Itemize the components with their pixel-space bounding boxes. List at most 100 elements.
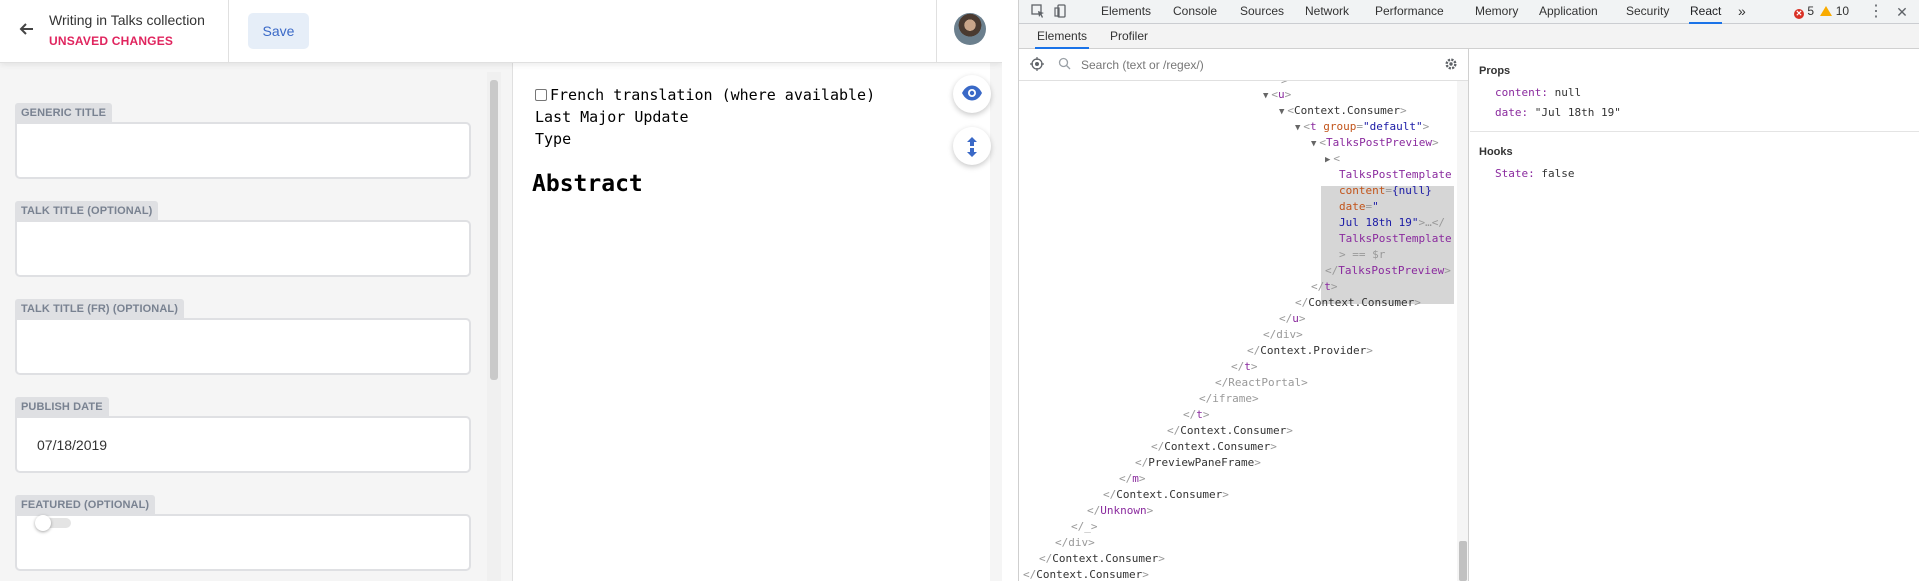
prop-key: content: bbox=[1495, 86, 1548, 99]
featured-toggle[interactable] bbox=[35, 515, 71, 531]
tab-network[interactable]: Network bbox=[1304, 0, 1350, 24]
tab-performance[interactable]: Performance bbox=[1374, 0, 1445, 24]
featured-box bbox=[15, 514, 471, 571]
avatar[interactable] bbox=[954, 13, 986, 45]
editor-scrollbar[interactable] bbox=[487, 72, 501, 581]
tab-console[interactable]: Console bbox=[1172, 0, 1218, 24]
talk-title-fr-input[interactable] bbox=[15, 318, 471, 375]
preview-last-update: Last Major Update bbox=[535, 108, 689, 126]
collapse-arrow-icon[interactable]: ▶ bbox=[1325, 155, 1330, 165]
tree-closing-tag[interactable]: </Context.Consumer> bbox=[1167, 423, 1293, 439]
back-arrow-icon[interactable] bbox=[16, 20, 38, 42]
tree-node[interactable]: ▼ <t group="default"> bbox=[1295, 119, 1429, 136]
preview-toggle-button[interactable] bbox=[953, 75, 991, 113]
select-target-icon[interactable] bbox=[1029, 57, 1045, 73]
tree-scrollbar-thumb[interactable] bbox=[1459, 541, 1467, 581]
expand-arrow-icon[interactable]: ▼ bbox=[1311, 139, 1316, 149]
tree-closing-tag[interactable]: </div> bbox=[1055, 535, 1095, 551]
field-label: GENERIC TITLE bbox=[15, 103, 113, 122]
device-toolbar-icon[interactable] bbox=[1053, 4, 1069, 20]
tree-scrollbar[interactable] bbox=[1457, 81, 1468, 581]
prop-value: null bbox=[1554, 86, 1582, 99]
expand-arrow-icon[interactable]: ▼ bbox=[1295, 123, 1300, 133]
hook-state[interactable]: State: false bbox=[1495, 167, 1575, 180]
devtools-panel: Elements Console Sources Network Perform… bbox=[1018, 0, 1919, 581]
prop-value: "Jul 18th 19" bbox=[1534, 106, 1621, 119]
subtab-elements[interactable]: Elements bbox=[1035, 24, 1090, 49]
tag-name: Unknown bbox=[1100, 504, 1147, 517]
error-count: 5 bbox=[1807, 4, 1815, 18]
tree-closing-tag[interactable]: </u> bbox=[1279, 311, 1306, 327]
component-tree: > ▼<u> ▼<Context.Consumer> ▼<t group="de… bbox=[1019, 81, 1454, 581]
tree-search-row bbox=[1019, 49, 1468, 81]
toggle-knob bbox=[35, 515, 51, 531]
tag-name: m bbox=[1132, 472, 1139, 485]
tag-name: Context.Consumer bbox=[1036, 568, 1143, 581]
tag-name: Context.Consumer bbox=[1294, 104, 1401, 117]
prop-content[interactable]: content: null bbox=[1495, 86, 1581, 99]
tree-closing-tag[interactable]: </PreviewPaneFrame> bbox=[1135, 455, 1261, 471]
sync-scroll-button[interactable] bbox=[953, 127, 991, 165]
tab-elements[interactable]: Elements bbox=[1100, 0, 1152, 24]
tree-closing-tag[interactable]: </Context.Consumer> bbox=[1039, 551, 1165, 567]
settings-gear-icon[interactable] bbox=[1443, 57, 1459, 73]
tag-name: Context.Consumer bbox=[1052, 552, 1159, 565]
tree-closing-tag[interactable]: </Context.Consumer> bbox=[1151, 439, 1277, 455]
tree-node[interactable]: ▼ <Context.Consumer> bbox=[1279, 103, 1407, 120]
tree-closing-tag[interactable]: </Context.Consumer> bbox=[1023, 567, 1149, 581]
tab-application[interactable]: Application bbox=[1538, 0, 1599, 24]
preview-pane: French translation (where available) Las… bbox=[512, 63, 990, 581]
tab-react[interactable]: React bbox=[1689, 0, 1723, 24]
kebab-menu-icon[interactable]: ⋮ bbox=[1868, 4, 1884, 20]
warning-icon bbox=[1820, 6, 1833, 16]
tag-name: t bbox=[1324, 280, 1331, 293]
generic-title-input[interactable] bbox=[15, 122, 471, 179]
attr-value: " bbox=[1372, 200, 1379, 213]
close-icon[interactable]: ✕ bbox=[1894, 4, 1910, 20]
tab-sources[interactable]: Sources bbox=[1239, 0, 1285, 24]
error-icon: ✕ bbox=[1794, 9, 1804, 19]
french-translation-checkbox[interactable] bbox=[535, 89, 547, 101]
props-pane: Props content: null date: "Jul 18th 19" … bbox=[1470, 49, 1919, 581]
tree-node-line: content={null} bbox=[1339, 184, 1432, 197]
inspect-element-icon[interactable] bbox=[1030, 4, 1046, 20]
tab-memory[interactable]: Memory bbox=[1474, 0, 1519, 24]
tag-name: TalksPostPreview bbox=[1326, 136, 1433, 149]
attr-name: content bbox=[1339, 184, 1386, 197]
tree-closing-tag[interactable]: </ReactPortal> bbox=[1215, 375, 1308, 391]
tree-node-line: > == $r bbox=[1339, 248, 1386, 261]
save-button[interactable]: Save bbox=[248, 13, 309, 49]
tree-search-input[interactable] bbox=[1081, 56, 1421, 74]
tag-name: Context.Consumer bbox=[1116, 488, 1223, 501]
tree-closing-tag[interactable]: </Unknown> bbox=[1087, 503, 1153, 519]
tree-closing-tag[interactable]: </Context.Provider> bbox=[1247, 343, 1373, 359]
tree-closing-tag[interactable]: </Context.Consumer> bbox=[1295, 295, 1421, 311]
collection-title: Writing in Talks collection bbox=[49, 12, 205, 28]
tree-closing-tag[interactable]: </_> bbox=[1071, 519, 1098, 535]
subtab-profiler[interactable]: Profiler bbox=[1110, 24, 1148, 49]
tree-closing-tag[interactable]: </t> bbox=[1311, 279, 1338, 295]
tree-closing-tag[interactable]: </t> bbox=[1183, 407, 1210, 423]
expand-arrow-icon[interactable]: ▼ bbox=[1263, 91, 1268, 101]
tree-closing-tag[interactable]: </m> bbox=[1119, 471, 1146, 487]
tree-node[interactable]: ▼ <u> bbox=[1263, 87, 1291, 104]
tree-node-line: ▶ < bbox=[1325, 152, 1341, 165]
eye-icon bbox=[962, 85, 982, 101]
tree-closing-tag[interactable]: </TalksPostPreview> bbox=[1325, 263, 1451, 279]
tree-closing-tag[interactable]: </Context.Consumer> bbox=[1103, 487, 1229, 503]
tree-closing-tag[interactable]: </t> bbox=[1231, 359, 1258, 375]
publish-date-field: PUBLISH DATE 07/18/2019 bbox=[15, 397, 471, 473]
talk-title-input[interactable] bbox=[15, 220, 471, 277]
more-tabs-chevron-icon[interactable]: » bbox=[1737, 0, 1747, 24]
devtools-tabbar: Elements Console Sources Network Perform… bbox=[1019, 0, 1919, 24]
tab-security[interactable]: Security bbox=[1625, 0, 1670, 24]
scrollbar-thumb[interactable] bbox=[490, 80, 498, 380]
publish-date-input[interactable]: 07/18/2019 bbox=[15, 416, 471, 473]
tree-closing-tag[interactable]: </iframe> bbox=[1199, 391, 1259, 407]
expand-arrow-icon[interactable]: ▼ bbox=[1279, 107, 1284, 117]
field-value bbox=[17, 124, 469, 143]
tree-node[interactable]: ▼ <TalksPostPreview> bbox=[1311, 135, 1439, 152]
prop-date[interactable]: date: "Jul 18th 19" bbox=[1495, 106, 1621, 119]
tree-closing-tag[interactable]: </div> bbox=[1263, 327, 1303, 343]
issue-counts[interactable]: ✕ 5 10 bbox=[1794, 0, 1849, 24]
